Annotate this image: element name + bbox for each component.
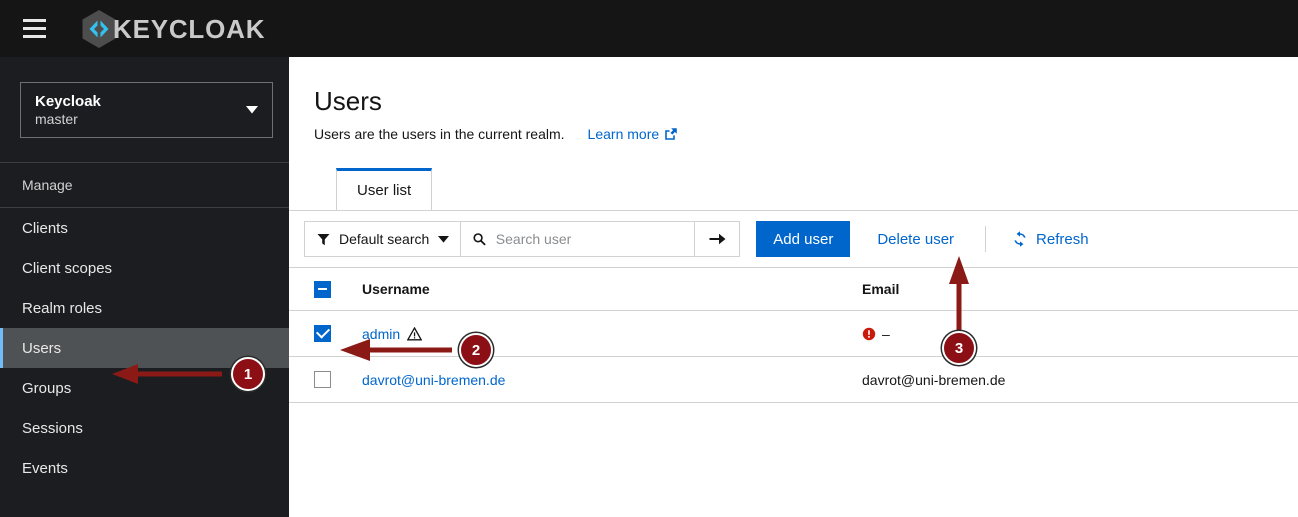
email-value: – (882, 325, 890, 342)
email-cell: – (862, 310, 1298, 357)
page-title: Users (314, 86, 382, 116)
sidebar-item-realm-roles[interactable]: Realm roles (0, 288, 289, 328)
sidebar-item-label: Realm roles (22, 299, 103, 317)
checkbox-dash (318, 288, 327, 291)
sidebar-item-groups[interactable]: Groups (0, 368, 289, 408)
sidebar-item-list: Clients Client scopes Realm roles Users Grou… (0, 208, 289, 488)
column-header-email[interactable]: Email (862, 267, 1298, 311)
users-table-body: admin – davrot@uni-bremen.de davrot@uni-bre… (289, 310, 1298, 403)
email-cell: davrot@uni-bremen.de (862, 356, 1298, 403)
masthead: KEYCLOAK (0, 0, 1298, 57)
users-table-head: Username Email (289, 267, 1298, 311)
learn-more-link[interactable]: Learn more (588, 126, 679, 142)
brand-logo[interactable]: KEYCLOAK (80, 9, 265, 49)
realm-selector-subname: master (35, 110, 78, 127)
sidebar-item-label: Clients (22, 219, 68, 237)
filter-icon (317, 233, 330, 245)
sidebar-item-client-scopes[interactable]: Client scopes (0, 248, 289, 288)
sidebar-item-events[interactable]: Events (0, 448, 289, 488)
sidebar-item-label: Client scopes (22, 259, 113, 277)
checkbox-tick (315, 324, 330, 339)
sidebar-item-label: Sessions (22, 419, 83, 437)
users-table: Username Email admin – davrot@uni-bremen.d… (289, 267, 1298, 403)
page-header: Users Users are the users in the current… (289, 57, 1298, 142)
sidebar-item-clients[interactable]: Clients (0, 208, 289, 248)
row-checkbox[interactable] (314, 370, 331, 388)
chevron-down-icon (246, 106, 258, 114)
delete-user-button[interactable]: Delete user (866, 221, 965, 257)
username-cell: davrot@uni-bremen.de (362, 356, 862, 403)
page-subtitle-row: Users are the users in the current realm… (314, 126, 1298, 142)
add-user-button[interactable]: Add user (756, 221, 851, 257)
column-header-username[interactable]: Username (362, 267, 862, 311)
table-header-row: Username Email (289, 267, 1298, 311)
search-input[interactable] (495, 231, 685, 247)
table-row[interactable]: admin – (289, 310, 1298, 357)
refresh-label: Refresh (1036, 230, 1089, 248)
email-cell-inner: – (862, 326, 1298, 342)
filter-label: Default search (339, 231, 430, 247)
username-cell-inner: admin (362, 326, 862, 342)
row-checkbox[interactable] (314, 324, 331, 342)
toolbar-divider (985, 226, 987, 252)
email-cell-inner: davrot@uni-bremen.de (862, 372, 1298, 388)
sidebar-item-label: Users (22, 339, 62, 357)
arrow-right-icon (709, 233, 726, 245)
table-row[interactable]: davrot@uni-bremen.de davrot@uni-bremen.de (289, 356, 1298, 403)
search-icon (473, 233, 486, 246)
external-link-icon (665, 128, 677, 140)
realm-selector-texts: Keycloak master (35, 93, 246, 128)
username-link[interactable]: davrot@uni-bremen.de (362, 372, 505, 388)
sidebar-item-label: Groups (22, 379, 72, 397)
sidebar-item-sessions[interactable]: Sessions (0, 408, 289, 448)
username-cell-inner: davrot@uni-bremen.de (362, 372, 862, 388)
realm-selector-name: Keycloak (35, 92, 101, 110)
search-group: Default search (304, 221, 741, 257)
select-all-checkbox[interactable] (314, 280, 331, 298)
page-description: Users are the users in the current realm… (314, 126, 565, 142)
sidebar-item-users[interactable]: Users (0, 328, 289, 368)
chevron-down-icon (438, 235, 450, 243)
hamburger-bar (22, 35, 46, 38)
table-toolbar: Default search Add user Delete us (289, 211, 1298, 267)
username-link[interactable]: admin (362, 326, 400, 342)
main-content: Users Users are the users in the current… (289, 57, 1298, 517)
refresh-button[interactable]: Refresh (1006, 221, 1095, 257)
select-all-header (289, 267, 362, 311)
hamburger-menu-icon[interactable] (12, 7, 56, 51)
error-circle-icon (862, 327, 876, 340)
search-submit-button[interactable] (695, 222, 740, 256)
realm-selector[interactable]: Keycloak master (20, 82, 273, 138)
username-cell: admin (362, 310, 862, 357)
sidebar-item-label: Events (22, 459, 68, 477)
search-input-wrap (461, 222, 696, 256)
row-select-cell (289, 356, 362, 403)
tab-user-list[interactable]: User list (336, 168, 433, 210)
learn-more-label: Learn more (587, 126, 660, 142)
sidebar-navigation: Keycloak master Manage Clients Client sco… (0, 57, 289, 517)
sidebar-section-manage: Manage (22, 177, 73, 193)
hamburger-bar (22, 19, 46, 22)
warning-triangle-icon (407, 326, 423, 340)
hamburger-bar (22, 27, 46, 30)
email-value: davrot@uni-bremen.de (862, 371, 1006, 388)
row-select-cell (289, 310, 362, 357)
tab-bar: User list (289, 168, 1298, 211)
refresh-icon (1014, 231, 1026, 247)
filter-dropdown[interactable]: Default search (305, 222, 462, 256)
brand-wordmark: KEYCLOAK (113, 13, 266, 44)
